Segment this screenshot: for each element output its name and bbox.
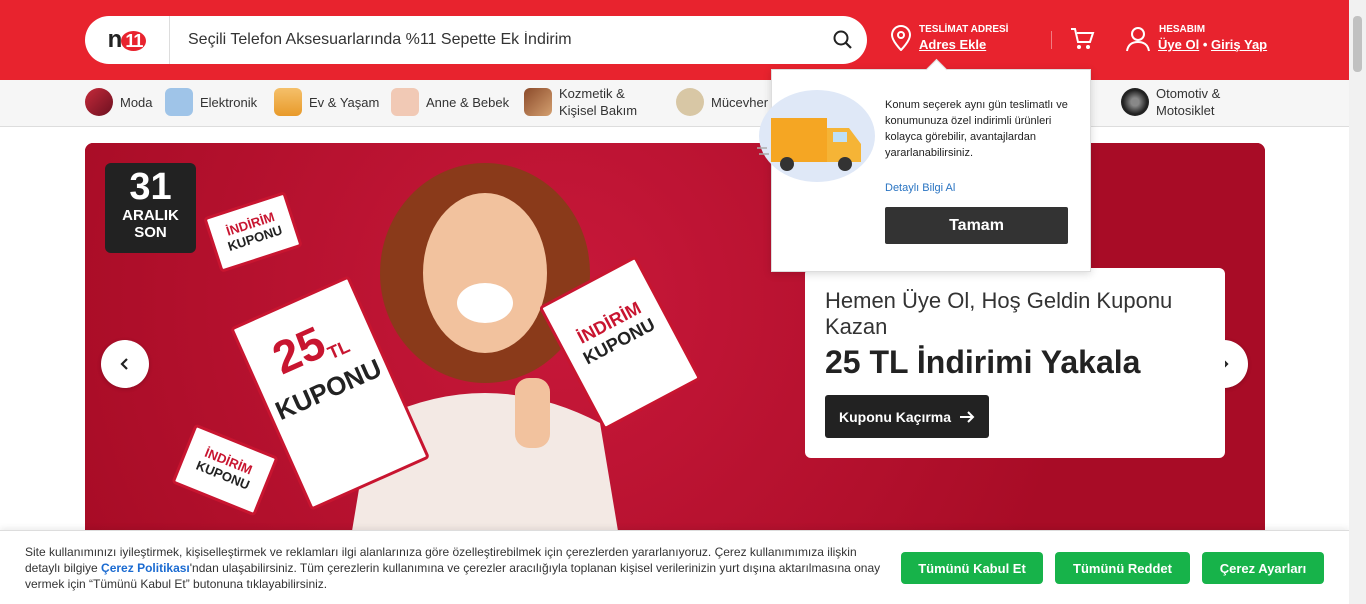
cookie-banner: Site kullanımınızı iyileştirmek, kişisel…: [0, 530, 1349, 604]
user-icon: [1126, 27, 1150, 52]
fashion-icon: [85, 88, 113, 116]
n11-logo[interactable]: n 11: [85, 16, 169, 64]
reject-all-button[interactable]: Tümünü Reddet: [1055, 552, 1190, 584]
register-link[interactable]: Üye Ol: [1158, 37, 1199, 52]
delivery-address[interactable]: TESLİMAT ADRESİ Adres Ekle: [890, 24, 1008, 52]
cart-icon: [1071, 28, 1095, 49]
promo-title: 25 TL İndirimi Yakala: [825, 344, 1141, 380]
cookie-settings-button[interactable]: Çerez Ayarları: [1202, 552, 1324, 584]
home-icon: [274, 88, 302, 116]
banner-prev-button[interactable]: [101, 340, 149, 388]
search-input[interactable]: [170, 16, 819, 64]
category-anne-bebek[interactable]: Anne & Bebek: [391, 88, 509, 116]
cookie-text: Site kullanımınızı iyileştirmek, kişisel…: [25, 545, 881, 591]
category-bar: Moda Elektronik Ev & Yaşam Anne & Bebek …: [0, 80, 1349, 127]
login-link[interactable]: Giriş Yap: [1211, 37, 1267, 52]
account-label: HESABIM: [1159, 24, 1206, 35]
page-scrollbar[interactable]: [1349, 0, 1366, 604]
details-link[interactable]: Detaylı Bilgi Al: [885, 182, 955, 194]
category-kozmetik[interactable]: Kozmetik & Kişisel Bakım: [524, 85, 637, 119]
deadline-badge: 31 ARALIK SON: [105, 163, 196, 253]
top-header: n11 TESLİMAT ADRESİ Adres Ekle HESABIM Ü…: [0, 0, 1349, 80]
account-menu: HESABIM Üye Ol • Giriş Yap: [1125, 24, 1267, 52]
chevron-left-icon: [120, 358, 128, 370]
delivery-label: TESLİMAT ADRESİ: [919, 24, 1009, 35]
cosmetics-icon: [524, 88, 552, 116]
baby-icon: [391, 88, 419, 116]
category-elektronik[interactable]: Elektronik: [165, 88, 257, 116]
coupon-cta-button[interactable]: Kuponu Kaçırma: [825, 395, 990, 438]
add-address-link[interactable]: Adres Ekle: [919, 37, 1008, 52]
electronics-icon: [165, 88, 193, 116]
location-popup: Konum seçerek aynı gün teslimatlı ve kon…: [757, 69, 1091, 272]
promo-card: Hemen Üye Ol, Hoş Geldin Kuponu Kazan 25…: [805, 268, 1225, 458]
popup-description: Konum seçerek aynı gün teslimatlı ve kon…: [885, 99, 1068, 159]
arrow-right-icon: [960, 410, 975, 423]
automotive-icon: [1121, 88, 1149, 116]
search-button[interactable]: [819, 16, 867, 64]
search-bar: [169, 16, 867, 64]
delivery-truck-icon: [757, 90, 875, 182]
category-mucevher[interactable]: Mücevher: [676, 88, 768, 116]
header-divider: [1051, 31, 1052, 49]
jewelry-icon: [676, 88, 704, 116]
separator-dot: •: [1202, 37, 1211, 52]
category-ev-yasam[interactable]: Ev & Yaşam: [274, 88, 379, 116]
category-moda[interactable]: Moda: [85, 88, 153, 116]
search-icon: [833, 30, 852, 49]
scrollbar-thumb[interactable]: [1353, 16, 1362, 72]
cart-button[interactable]: [1069, 26, 1095, 57]
location-pin-icon: [890, 25, 912, 51]
ok-button[interactable]: Tamam: [885, 207, 1068, 244]
promo-subtitle: Hemen Üye Ol, Hoş Geldin Kuponu Kazan: [825, 288, 1173, 339]
accept-all-button[interactable]: Tümünü Kabul Et: [901, 552, 1043, 584]
category-otomotiv[interactable]: Otomotiv & Motosiklet: [1121, 85, 1220, 119]
cookie-policy-link[interactable]: Çerez Politikası: [101, 561, 190, 575]
